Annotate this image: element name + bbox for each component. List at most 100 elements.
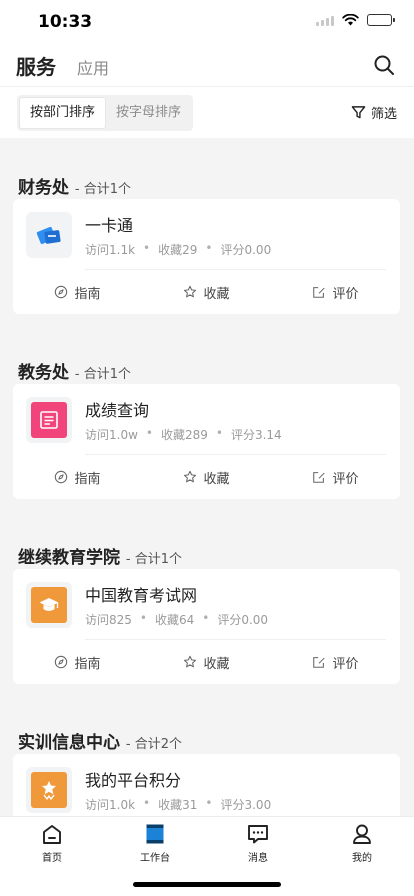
report-icon: [31, 402, 67, 438]
app-visits: 访问1.1k: [85, 243, 136, 257]
card-icon: [31, 217, 67, 253]
tab-workbench[interactable]: 工作台: [125, 823, 185, 864]
app-favorites: 收藏64: [154, 613, 195, 627]
app-rating: 评分3.00: [220, 798, 272, 812]
home-indicator[interactable]: [133, 882, 281, 887]
star-icon: [184, 285, 197, 298]
favorite-button[interactable]: 收藏: [142, 270, 271, 314]
message-icon: [248, 825, 268, 844]
badge-icon: [31, 772, 67, 808]
card-actions: 指南 收藏 评价: [13, 455, 400, 499]
meta-separator: •: [143, 796, 151, 810]
app-name: 一卡通: [85, 216, 134, 235]
tab-label: 消息: [248, 853, 268, 864]
tab-service[interactable]: 服务: [16, 51, 56, 80]
app-meta: 访问825 • 收藏64 • 评分0.00: [85, 611, 268, 628]
app-visits: 访问1.0k: [85, 798, 136, 812]
battery-icon: [367, 14, 395, 26]
section-title: 继续教育学院 - 合计1个: [18, 543, 182, 568]
app-icon-frame: [26, 767, 72, 813]
app-icon-frame: [26, 212, 72, 258]
app-rating: 评分0.00: [220, 243, 272, 257]
guide-button[interactable]: 指南: [13, 455, 142, 499]
edit-icon: [313, 472, 326, 483]
section-count: - 合计2个: [125, 737, 183, 752]
favorite-button[interactable]: 收藏: [142, 640, 271, 684]
guide-label: 指南: [74, 656, 101, 672]
meta-separator: •: [202, 611, 210, 625]
review-label: 评价: [332, 471, 359, 487]
favorite-label: 收藏: [203, 286, 230, 302]
app-favorites: 收藏31: [158, 798, 198, 812]
sort-by-alpha-button[interactable]: 按字母排序: [106, 97, 191, 129]
service-list[interactable]: 财务处 - 合计1个 一卡通 访问1.1k • 收藏29 • 评分0.00 指南…: [0, 138, 414, 816]
filter-icon: [351, 106, 366, 119]
compass-icon: [55, 655, 68, 669]
graduation-cap-icon: [31, 587, 67, 623]
card-actions: 指南 收藏 评价: [13, 640, 400, 684]
guide-label: 指南: [74, 471, 101, 487]
app-card[interactable]: 中国教育考试网 访问825 • 收藏64 • 评分0.00 指南 收藏 评价: [13, 569, 400, 684]
app-icon-frame: [26, 582, 72, 628]
sort-by-dept-button[interactable]: 按部门排序: [19, 97, 107, 129]
tab-profile[interactable]: 我的: [332, 823, 392, 864]
sort-segmented-control: 按部门排序 按字母排序: [17, 95, 194, 131]
review-button[interactable]: 评价: [271, 455, 400, 499]
filter-label: 筛选: [370, 107, 397, 122]
section-count: - 合计1个: [125, 552, 183, 567]
section-title: 财务处 - 合计1个: [18, 173, 131, 198]
app-rating: 评分0.00: [217, 613, 269, 627]
meta-separator: •: [205, 796, 213, 810]
app-meta: 访问1.0w • 收藏289 • 评分3.14: [85, 426, 282, 443]
search-icon[interactable]: [372, 53, 396, 77]
app-name: 成绩查询: [85, 401, 150, 420]
tab-apps[interactable]: 应用: [77, 55, 109, 79]
guide-button[interactable]: 指南: [13, 640, 142, 684]
filter-bar: 按部门排序 按字母排序 筛选: [0, 86, 414, 138]
header: 服务 应用: [0, 46, 414, 86]
favorite-label: 收藏: [203, 471, 230, 487]
app-meta: 访问1.1k • 收藏29 • 评分0.00: [85, 241, 271, 258]
workbench-icon: [146, 824, 164, 844]
meta-separator: •: [145, 426, 153, 440]
review-label: 评价: [332, 286, 359, 302]
guide-button[interactable]: 指南: [13, 270, 142, 314]
star-icon: [184, 655, 197, 668]
meta-separator: •: [205, 241, 213, 255]
card-actions: 指南 收藏 评价: [13, 270, 400, 314]
app-icon-frame: [26, 397, 72, 443]
app-visits: 访问1.0w: [85, 428, 138, 442]
favorite-button[interactable]: 收藏: [142, 455, 271, 499]
app-visits: 访问825: [85, 613, 132, 627]
app-card[interactable]: 我的平台积分 访问1.0k • 收藏31 • 评分3.00: [13, 754, 400, 816]
app-favorites: 收藏29: [158, 243, 198, 257]
edit-icon: [313, 657, 326, 668]
tab-label: 首页: [42, 853, 62, 864]
status-time: 10:33: [38, 12, 93, 32]
filter-button[interactable]: 筛选: [351, 103, 397, 122]
app-favorites: 收藏289: [160, 428, 208, 442]
app-rating: 评分3.14: [230, 428, 282, 442]
guide-label: 指南: [74, 286, 101, 302]
section-name: 教务处: [18, 363, 69, 383]
signal-icon: [316, 14, 334, 26]
section-title: 实训信息中心 - 合计2个: [18, 728, 182, 753]
edit-icon: [313, 287, 326, 298]
tab-label: 工作台: [140, 853, 170, 864]
app-meta: 访问1.0k • 收藏31 • 评分3.00: [85, 796, 271, 813]
section-title: 教务处 - 合计1个: [18, 358, 131, 383]
home-icon: [43, 825, 61, 844]
app-name: 中国教育考试网: [85, 586, 198, 605]
review-button[interactable]: 评价: [271, 640, 400, 684]
tab-label: 我的: [352, 853, 372, 864]
app-card[interactable]: 成绩查询 访问1.0w • 收藏289 • 评分3.14 指南 收藏 评价: [13, 384, 400, 499]
compass-icon: [55, 285, 68, 299]
tab-home[interactable]: 首页: [22, 823, 82, 864]
review-button[interactable]: 评价: [271, 270, 400, 314]
section-name: 继续教育学院: [18, 548, 120, 568]
tab-messages[interactable]: 消息: [228, 823, 288, 864]
section-count: - 合计1个: [74, 367, 132, 382]
section-name: 实训信息中心: [18, 733, 120, 753]
app-card[interactable]: 一卡通 访问1.1k • 收藏29 • 评分0.00 指南 收藏 评价: [13, 199, 400, 314]
section-count: - 合计1个: [74, 182, 132, 197]
